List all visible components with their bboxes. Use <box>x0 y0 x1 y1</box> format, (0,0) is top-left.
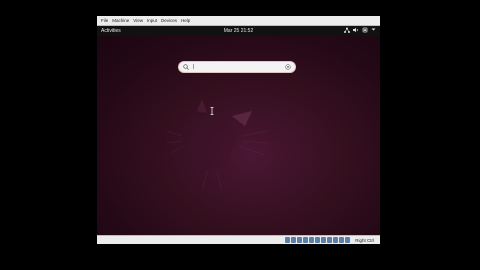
display-icon[interactable] <box>321 237 326 243</box>
search-input[interactable]: | <box>193 63 279 71</box>
keyboard-icon[interactable] <box>345 237 350 243</box>
hdd-icon[interactable] <box>285 237 290 243</box>
menu-devices[interactable]: Devices <box>161 16 177 25</box>
menu-file[interactable]: File <box>101 16 108 25</box>
mouse-integration-icon[interactable] <box>339 237 344 243</box>
menu-view[interactable]: View <box>133 16 143 25</box>
network-icon[interactable] <box>344 27 350 36</box>
vbox-statusbar: Right Ctrl <box>97 235 380 244</box>
virtualbox-window: File Machine View Input Devices Help Act… <box>97 16 380 244</box>
recording-icon[interactable] <box>327 237 332 243</box>
chevron-down-icon[interactable] <box>371 27 376 35</box>
audio-icon[interactable] <box>297 237 302 243</box>
menu-input[interactable]: Input <box>147 16 157 25</box>
network-adapter-icon[interactable] <box>303 237 308 243</box>
menu-machine[interactable]: Machine <box>112 16 129 25</box>
desktop-background: | <box>97 36 380 235</box>
shared-folder-icon[interactable] <box>315 237 320 243</box>
vbox-status-icons[interactable] <box>285 237 350 244</box>
clock[interactable]: Mar 25 21:52 <box>97 27 380 35</box>
search-icon <box>183 64 189 70</box>
ubuntu-fossa-wallpaper <box>167 99 270 192</box>
usb-icon[interactable] <box>309 237 314 243</box>
clear-icon[interactable] <box>285 64 291 70</box>
gnome-top-bar: Activities Mar 25 21:52 <box>97 26 380 36</box>
overview-search-bar[interactable]: | <box>179 62 295 72</box>
optical-drive-icon[interactable] <box>291 237 296 243</box>
volume-icon[interactable] <box>353 27 359 36</box>
host-key-label: Right Ctrl <box>355 238 374 243</box>
text-caret: | <box>193 64 195 70</box>
cpu-icon[interactable] <box>333 237 338 243</box>
power-icon[interactable] <box>362 27 368 36</box>
mouse-cursor-icon <box>210 107 214 115</box>
menu-help[interactable]: Help <box>181 16 190 25</box>
vbox-menubar: File Machine View Input Devices Help <box>97 16 380 26</box>
system-tray[interactable] <box>344 27 376 35</box>
